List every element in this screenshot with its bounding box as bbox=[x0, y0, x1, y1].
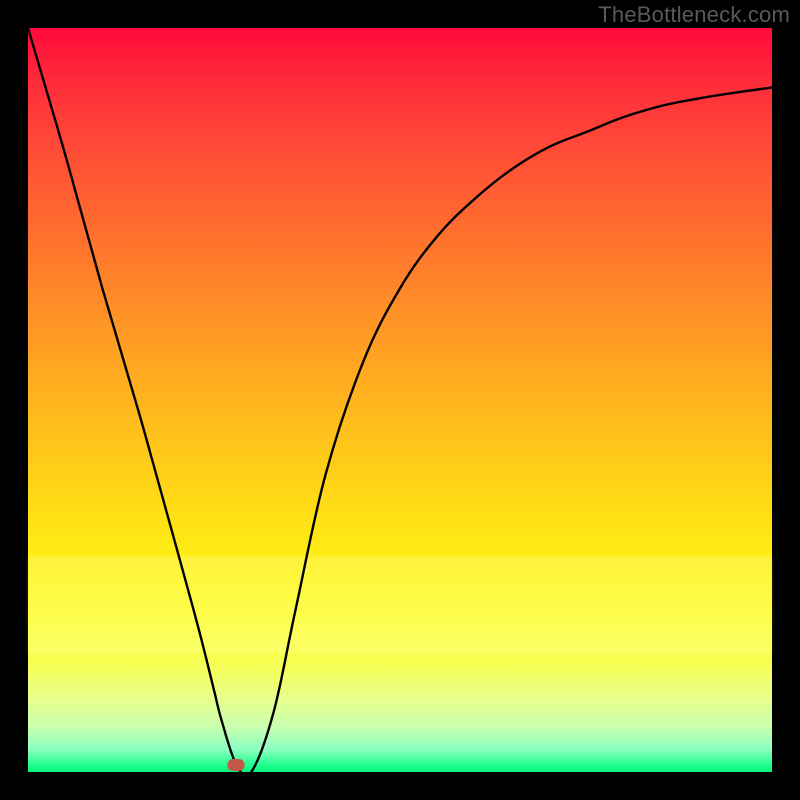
watermark-text: TheBottleneck.com bbox=[598, 2, 790, 28]
optimal-point-marker bbox=[228, 759, 245, 771]
bottleneck-curve bbox=[28, 28, 772, 772]
chart-frame: TheBottleneck.com bbox=[0, 0, 800, 800]
plot-area bbox=[28, 28, 772, 772]
